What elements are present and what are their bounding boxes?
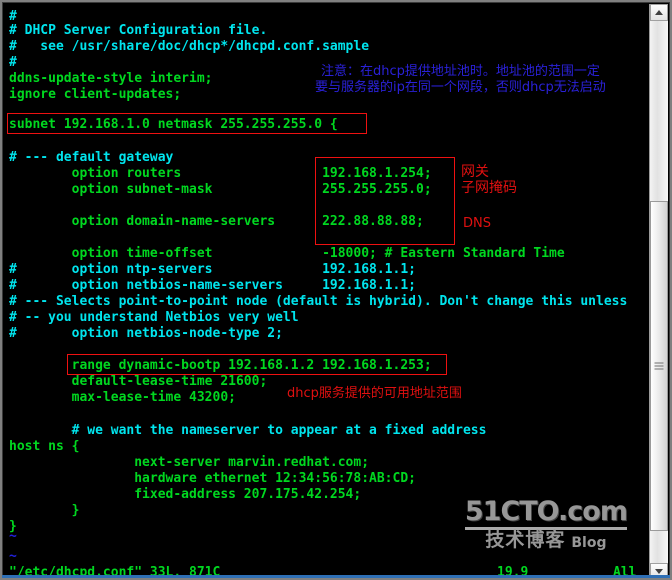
- code-line: # --- Selects point-to-point node (defau…: [9, 294, 628, 309]
- watermark-divider: [464, 527, 627, 530]
- annotation-dhcp-pool-note-line1: 注意：在dhcp提供地址池时。地址池的范围一定: [321, 64, 600, 79]
- code-line: # option ntp-servers 192.168.1.1;: [9, 262, 416, 277]
- annotation-subnet-mask-label: 子网掩码: [461, 180, 517, 196]
- annotation-gateway-label: 网关: [461, 164, 489, 180]
- terminal-window: # # DHCP Server Configuration file. # se…: [0, 0, 672, 580]
- code-line: # DHCP Server Configuration file.: [9, 23, 268, 38]
- code-line: #: [9, 55, 17, 70]
- code-line: subnet 192.168.1.0 netmask 255.255.255.0…: [9, 117, 338, 132]
- code-line: }: [9, 503, 80, 518]
- code-line: # see /usr/share/doc/dhcp*/dhcpd.conf.sa…: [9, 39, 370, 54]
- code-line: next-server marvin.redhat.com;: [9, 455, 370, 470]
- code-line: default-lease-time 21600;: [9, 374, 268, 389]
- vertical-scrollbar[interactable]: [649, 4, 668, 578]
- code-line: # option netbios-name-servers 192.168.1.…: [9, 278, 416, 293]
- code-line: # option netbios-node-type 2;: [9, 326, 283, 341]
- chevron-up-icon: [655, 10, 663, 15]
- watermark-blog-label: Blog: [571, 535, 607, 551]
- code-line: # we want the nameserver to appear at a …: [9, 423, 487, 438]
- code-line: option domain-name-servers 222.88.88.88;: [9, 214, 424, 229]
- code-line: option time-offset -18000; # Eastern Sta…: [9, 246, 565, 261]
- code-line: hardware ethernet 12:34:56:78:AB:CD;: [9, 471, 416, 486]
- code-line: ignore client-updates;: [9, 87, 182, 102]
- annotation-address-range-label: dhcp服务提供的可用地址范围: [287, 386, 462, 401]
- chevron-down-icon: [655, 569, 663, 574]
- scroll-up-button[interactable]: [650, 4, 668, 21]
- window-bottom-accent: [2, 575, 670, 578]
- annotation-dhcp-pool-note-line2: 要与服务器的ip在同一个网段，否则dhcp无法启动: [315, 80, 606, 95]
- code-line: range dynamic-bootp 192.168.1.2 192.168.…: [9, 358, 432, 373]
- scrollbar-grip-icon: [654, 362, 664, 370]
- watermark-subtitle: 技术博客: [485, 529, 566, 551]
- code-line: host ns {: [9, 439, 80, 454]
- code-line: ddns-update-style interim;: [9, 71, 213, 86]
- watermark: 51CTO.com 技术博客 Blog: [464, 496, 628, 551]
- code-line: option routers 192.168.1.254;: [9, 166, 432, 181]
- scrollbar-track[interactable]: [650, 21, 668, 563]
- scrollbar-thumb[interactable]: [650, 201, 668, 531]
- code-line: option subnet-mask 255.255.255.0;: [9, 182, 432, 197]
- annotation-dns-label: DNS: [463, 216, 491, 231]
- code-line: # -- you understand Netbios very well: [9, 310, 299, 325]
- code-line: fixed-address 207.175.42.254;: [9, 487, 362, 502]
- code-line: max-lease-time 43200;: [9, 390, 236, 405]
- code-line: # --- default gateway: [9, 150, 174, 165]
- watermark-site-name: 51CTO.com: [464, 496, 628, 527]
- vim-tilde-line: ~: [9, 529, 17, 544]
- vim-editor-area[interactable]: # # DHCP Server Configuration file. # se…: [5, 5, 651, 578]
- vim-tilde-line: ~: [9, 549, 17, 564]
